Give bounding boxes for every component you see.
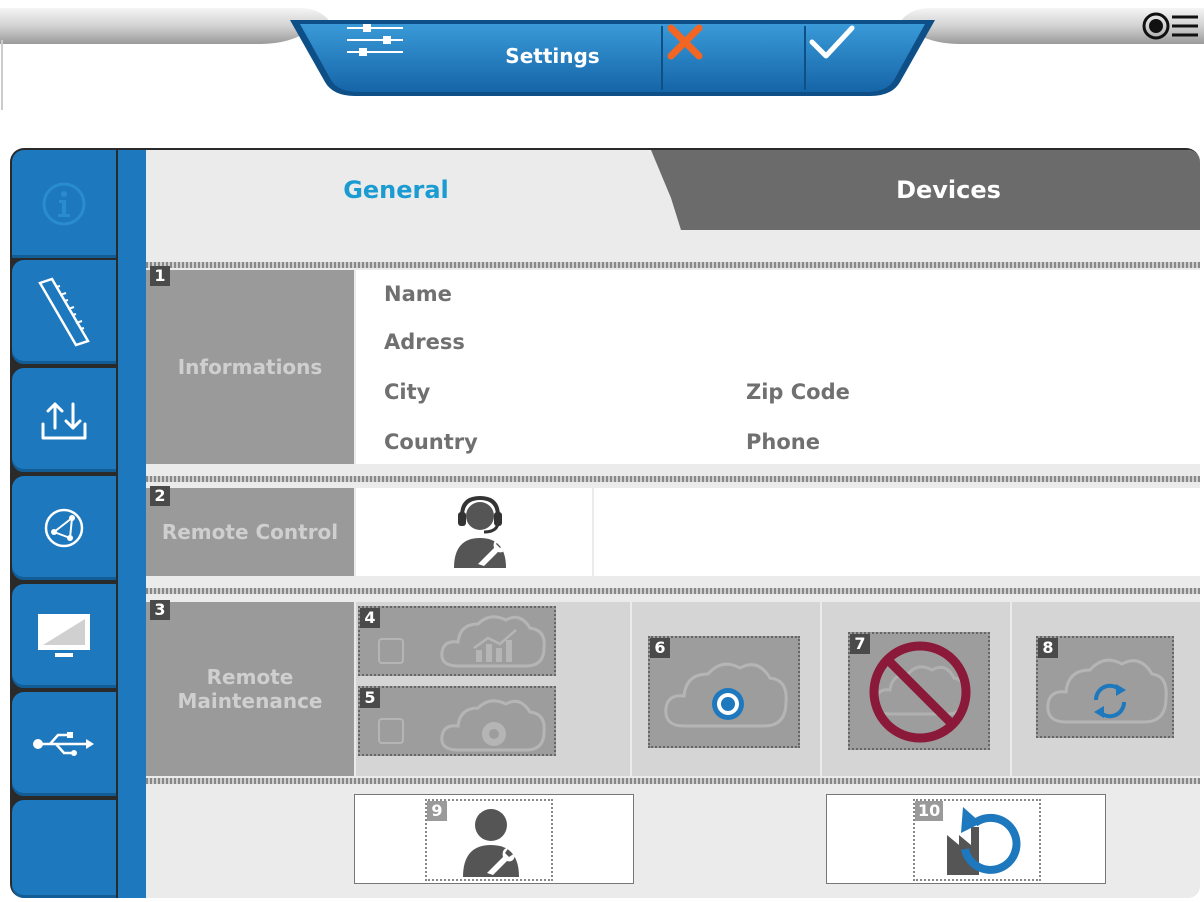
sliders-icon [347,24,403,56]
top-toolbar: Settings [0,0,1204,112]
info-icon [42,182,86,226]
address-field[interactable]: Adress [384,330,465,354]
option-number: 10 [915,801,944,821]
sidebar-item-info[interactable] [12,150,116,258]
phone-field[interactable]: Phone [746,430,820,454]
informations-label-text: Informations [177,355,323,379]
tab-devices[interactable]: Devices [651,150,1200,230]
section-number: 3 [150,600,170,620]
monitor-icon [38,614,90,657]
sidebar-item-empty[interactable] [12,800,116,898]
sidebar-item-usb[interactable] [12,692,116,796]
maintenance-sync-cell: 8 [1012,602,1200,776]
remote-maintenance-label-line2: Maintenance [177,689,323,713]
maintenance-options: 4 5 [356,602,630,776]
maintenance-connect-cell: 6 [632,602,820,776]
informations-label: Informations [146,270,354,464]
sidebar-item-display[interactable] [12,584,116,688]
option-configuration[interactable]: 5 [358,686,556,756]
factory-reset-button[interactable]: 10 [826,794,1106,884]
cancel-button[interactable] [665,22,803,90]
cloud-sync-icon [1046,658,1168,724]
page-title: Settings [505,44,600,68]
cloud-statistics-icon [440,615,546,668]
remote-control-label: Remote Control [146,488,354,576]
upload-download-icon [41,402,87,440]
support-agent-icon [454,495,506,568]
sidebar-item-network[interactable] [12,476,116,580]
option-number: 5 [360,688,380,708]
name-field[interactable]: Name [384,282,452,306]
remote-maintenance-label-line1: Remote [206,665,294,689]
maintenance-disable-cell: 7 [822,602,1010,776]
sync-cloud-button[interactable]: 8 [1036,636,1174,738]
option-number: 9 [427,801,447,821]
sidebar [12,150,118,898]
sidebar-item-transfer[interactable] [12,368,116,472]
network-icon [44,508,84,548]
section-divider [146,476,1200,482]
deny-icon [869,641,971,743]
tab-general[interactable]: General [146,150,666,230]
remote-maintenance-label: Remote Maintenance [146,602,354,776]
cloud-connect-icon [664,662,788,728]
option-statistics-checkbox[interactable] [378,638,404,664]
factory-reset-button-inner: 10 [913,799,1041,881]
option-configuration-checkbox[interactable] [378,718,404,744]
remote-control-label-text: Remote Control [161,520,339,544]
section-number: 1 [150,266,170,286]
sidebar-strip [118,150,146,898]
usb-icon [33,732,94,756]
city-field[interactable]: City [384,380,430,404]
remote-control-status [594,488,1200,576]
section-divider [146,262,1200,268]
tab-general-label: General [343,176,449,204]
connect-cloud-button[interactable]: 6 [648,636,800,748]
technician-button-inner: 9 [425,799,553,881]
menu-icon [1142,12,1198,40]
tab-devices-label: Devices [896,176,1001,204]
zip-code-field[interactable]: Zip Code [746,380,850,404]
check-icon [809,25,855,59]
cloud-gear-icon [440,699,546,752]
ruler-icon [38,277,90,347]
disable-cloud-button[interactable]: 7 [848,632,990,750]
sidebar-item-measure[interactable] [12,260,116,364]
section-divider [146,778,1200,784]
remote-support-button[interactable] [356,488,592,576]
option-number: 4 [360,608,380,628]
info-fields-box: Name Adress City Zip Code Country Phone [356,270,1200,464]
country-field[interactable]: Country [384,430,478,454]
filter-settings-button[interactable] [345,22,435,90]
factory-reset-icon [947,807,1021,875]
section-number: 2 [150,486,170,506]
section-divider [146,588,1200,594]
technician-icon [463,809,519,877]
confirm-button[interactable] [808,22,918,90]
main-menu-button[interactable] [1140,6,1200,46]
close-icon [667,24,703,60]
option-statistics[interactable]: 4 [358,606,556,676]
technician-button[interactable]: 9 [354,794,634,884]
content-area: Devices General Informations 1 Name Adre… [146,150,1200,898]
